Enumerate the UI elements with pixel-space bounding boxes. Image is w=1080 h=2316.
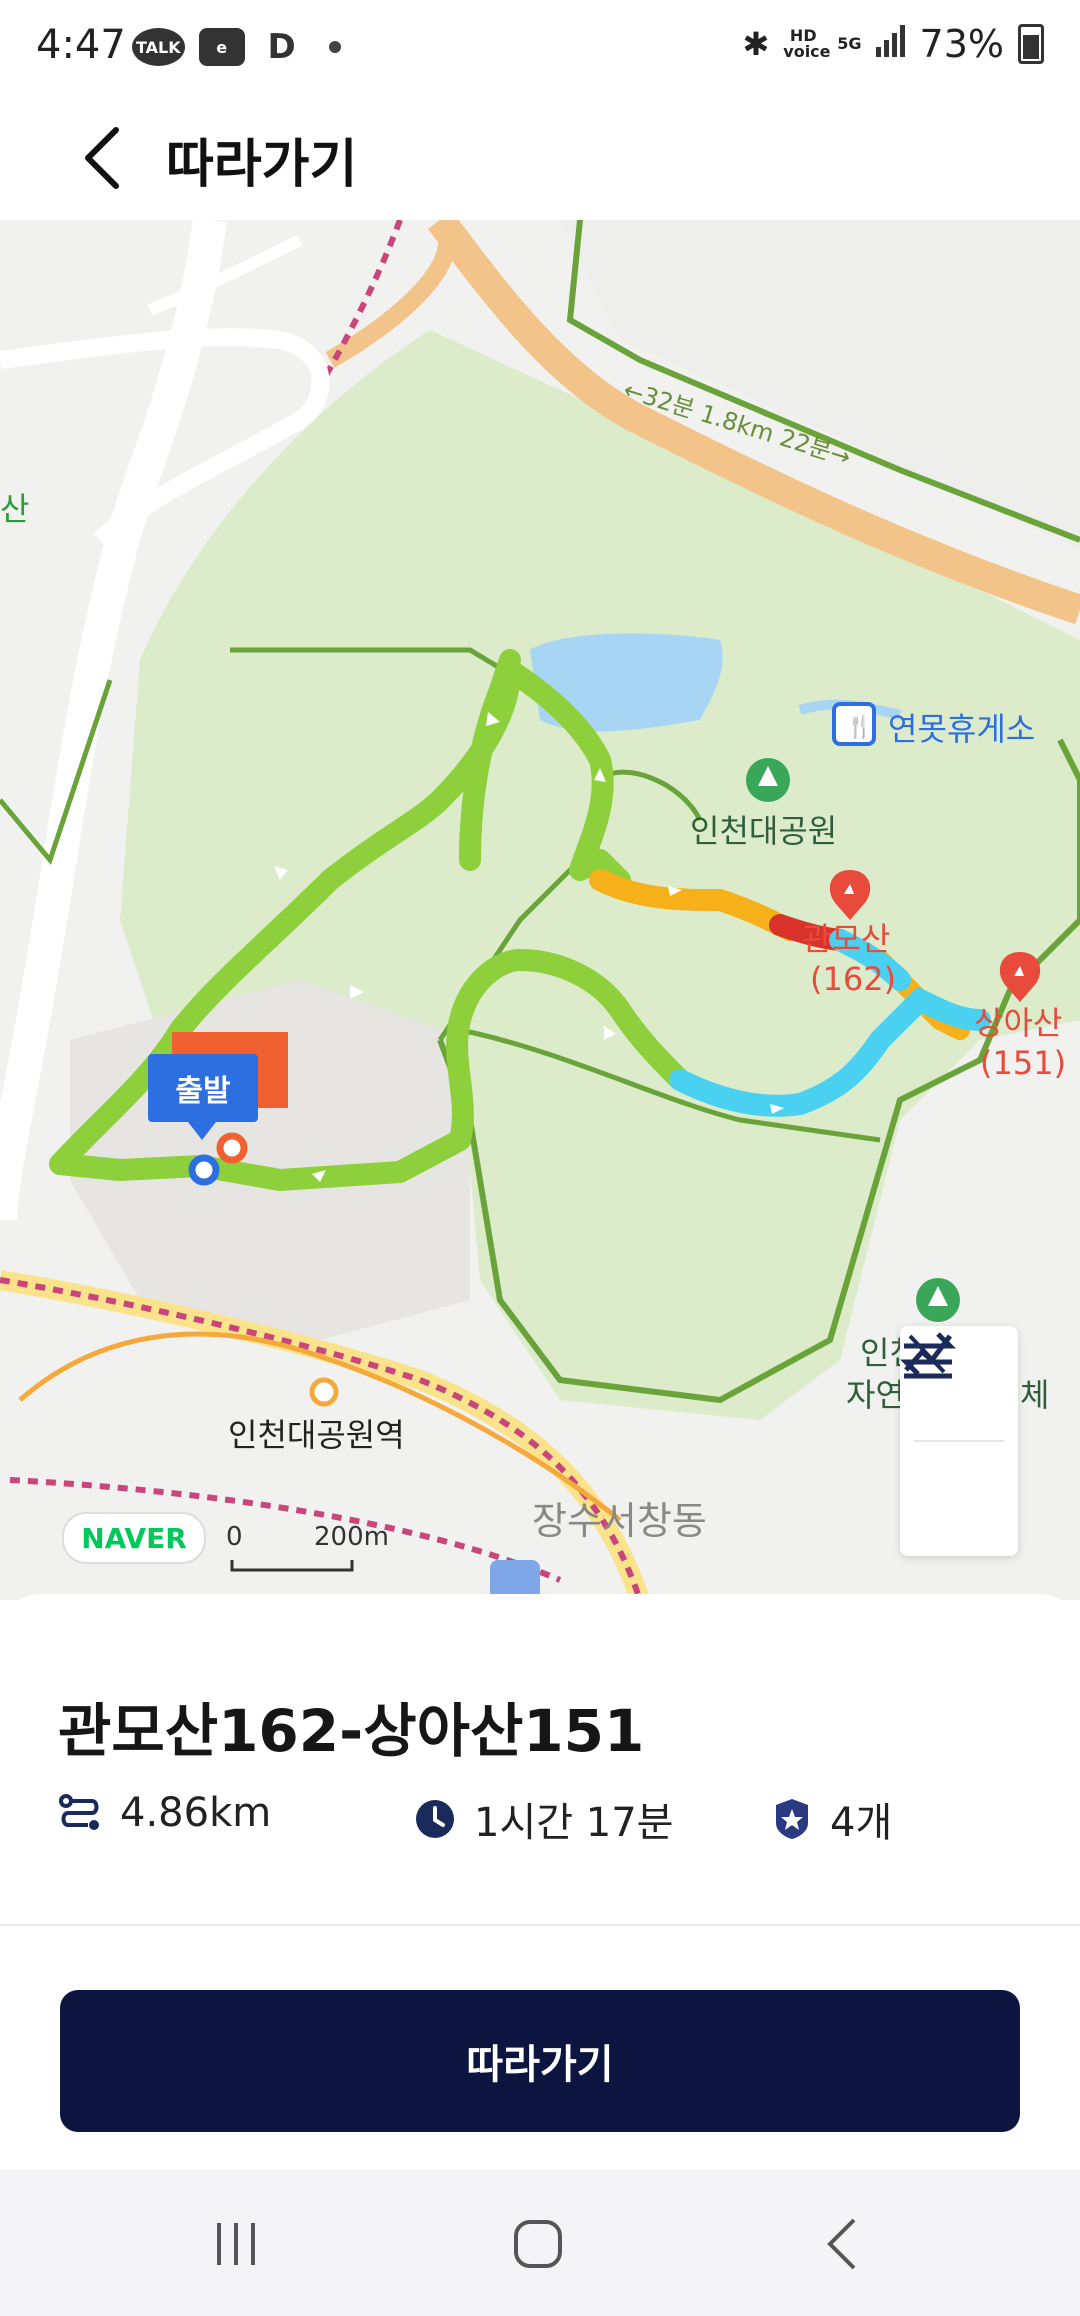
- recent-apps-icon: [217, 2223, 255, 2265]
- route-title: 관모산162-상아산151: [58, 1697, 645, 1765]
- route-map[interactable]: 🍴 ←32분 1.8km 22분→ 연못휴게소 인천대공원 관모산 (162) …: [0, 220, 1080, 1600]
- route-stats: 4.86km 1시간 17분 4개: [58, 1790, 1038, 1850]
- chevron-left-icon: [85, 127, 119, 189]
- system-back-button[interactable]: [782, 2196, 902, 2292]
- status-bar: 4:47 TALK e D ✱ HD voice 5G 73%: [0, 0, 1080, 96]
- start-point-marker: [188, 1154, 220, 1186]
- app-bar: 따라가기: [0, 96, 1080, 220]
- d-app-icon: D: [258, 27, 305, 67]
- peak2-height-label: (151): [980, 1044, 1067, 1082]
- kakaotalk-icon: TALK: [132, 28, 185, 66]
- start-badge: 출발: [148, 1054, 258, 1140]
- peak1-name-label[interactable]: 관모산: [802, 914, 890, 960]
- home-button[interactable]: [478, 2196, 598, 2292]
- hd-voice-icon: HD voice: [783, 26, 831, 61]
- badge-count: 4개: [830, 1800, 893, 1846]
- scale-distance-label: 200m: [314, 1522, 389, 1552]
- system-nav-bar: [0, 2170, 1080, 2316]
- recent-apps-button[interactable]: [176, 2196, 296, 2292]
- badge-stat: 4개: [772, 1790, 892, 1848]
- status-right: ✱ HD voice 5G 73%: [742, 22, 1044, 66]
- network-5g-icon: 5G: [837, 34, 862, 53]
- shield-star-icon: [776, 1799, 808, 1839]
- sheet-divider: [0, 1924, 1080, 1926]
- partial-right-label-2: 자연: [846, 1376, 905, 1414]
- naver-logo: NAVER: [62, 1512, 206, 1564]
- partial-left-label: 산: [0, 490, 30, 528]
- page-title: 따라가기: [166, 135, 358, 195]
- scale-bar: [230, 1560, 354, 1572]
- rest-area-label[interactable]: 연못휴게소: [888, 704, 1035, 750]
- clock-icon: [416, 1800, 454, 1838]
- svg-text:🍴: 🍴: [846, 714, 873, 740]
- bluetooth-icon: ✱: [742, 25, 770, 63]
- route-distance-icon: [59, 1794, 99, 1830]
- swap-icon: [900, 1332, 956, 1376]
- park-label[interactable]: 인천대공원: [690, 806, 837, 852]
- back-icon: [827, 2218, 856, 2270]
- follow-button[interactable]: 따라가기: [60, 1990, 1020, 2132]
- partial-right-label-3: 체: [1020, 1376, 1050, 1414]
- route-info-sheet: 관모산162-상아산151 4.86km 1시간 17분 4개 따라가기: [0, 1594, 1080, 2170]
- peak2-name-label[interactable]: 상아산: [974, 998, 1062, 1044]
- status-notification-icons: TALK e D: [132, 27, 341, 67]
- distance-stat: 4.86km: [58, 1790, 271, 1836]
- swap-direction-button[interactable]: [900, 1332, 1018, 1556]
- duration-stat: 1시간 17분: [414, 1790, 673, 1848]
- back-button[interactable]: [62, 114, 142, 202]
- distance-value: 4.86km: [120, 1790, 272, 1836]
- station-marker: [309, 1377, 339, 1407]
- district-label: 장수서창동: [532, 1499, 707, 1543]
- duration-value: 1시간 17분: [474, 1800, 674, 1846]
- signal-icon: [875, 22, 906, 66]
- station-label[interactable]: 인천대공원역: [228, 1410, 405, 1456]
- status-time: 4:47: [36, 22, 126, 68]
- home-icon: [514, 2220, 562, 2268]
- map-controls: [900, 1326, 1018, 1556]
- end-point-marker: [216, 1132, 248, 1164]
- e-app-icon: e: [198, 28, 245, 66]
- scale-zero-label: 0: [226, 1522, 243, 1552]
- peak1-height-label: (162): [810, 960, 897, 998]
- battery-percent: 73%: [919, 22, 1004, 66]
- battery-icon: [1018, 24, 1044, 64]
- more-notifications-dot: [328, 41, 341, 53]
